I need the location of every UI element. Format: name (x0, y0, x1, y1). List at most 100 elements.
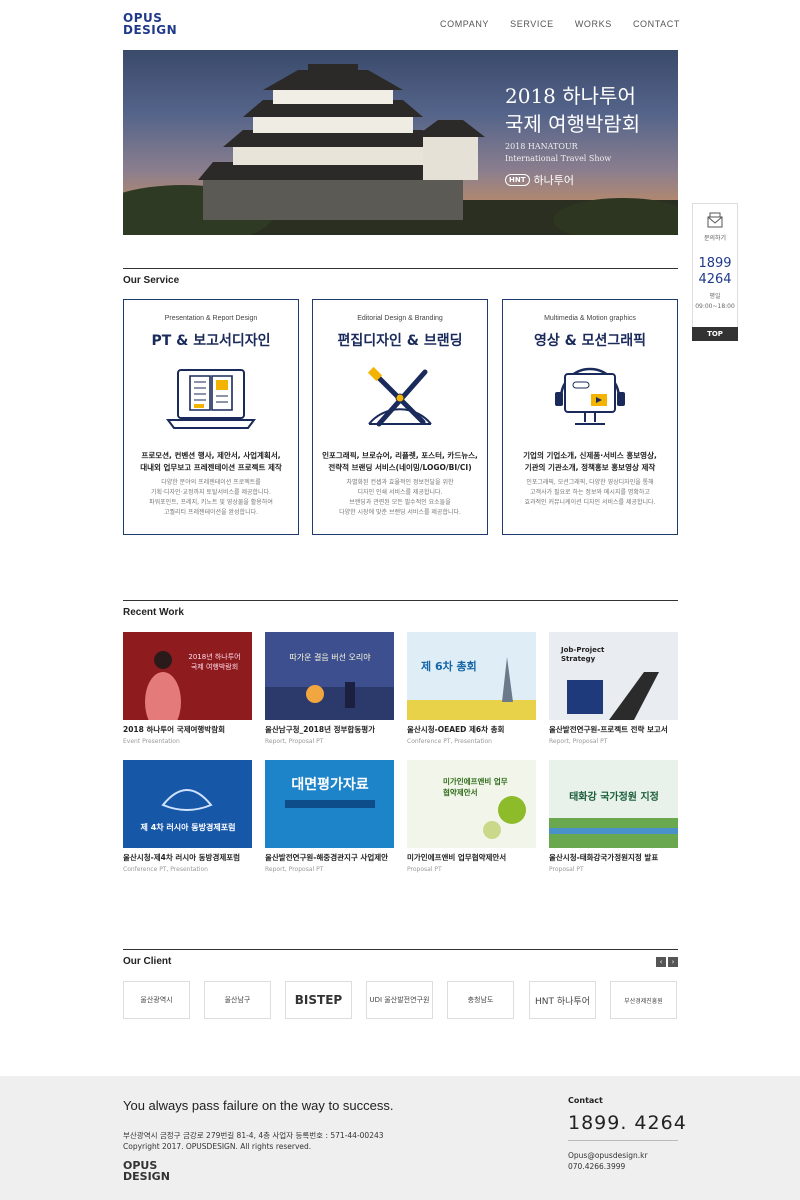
service-divider (123, 268, 678, 269)
recent-heading: Recent Work (123, 607, 184, 618)
quick-hours: 평일 09:00~18:00 (693, 292, 737, 312)
quick-phone-2: 4264 (698, 272, 732, 287)
work-item[interactable]: 미가인에프앤비 업무협약제안서 미가인에프앤비 업무협약제안서 Proposal… (407, 760, 536, 873)
monitor-headset-icon (555, 367, 625, 425)
work-item[interactable]: 제 4차 러시아 동방경제포럼 울산시청-제4차 러시아 동방경제포럼 Conf… (123, 760, 252, 873)
client-logo[interactable]: 울산광역시 (123, 981, 190, 1019)
mail-icon[interactable] (693, 212, 737, 232)
card-subtitle: Editorial Design & Branding (357, 315, 443, 322)
quick-contact-panel: 문의하기 1899 4264 평일 09:00~18:00 TOP (692, 203, 738, 341)
work-caption: 울산남구청_2018년 정부합동평가 (265, 725, 376, 734)
work-thumbnail: 대면평가자료 (265, 760, 394, 848)
card-desc: 다양한 분야의 프레젠테이션 프로젝트를 기획·디자인·교정까지 토탈서비스를 … (124, 478, 298, 518)
contact-divider (568, 1140, 678, 1141)
thumb-text: 태화강 국가정원 지정 (569, 792, 659, 803)
client-carousel-controls: ‹ › (656, 957, 678, 967)
work-item[interactable]: 대면평가자료 울산발전연구원-해중경관지구 사업제안 Report, Propo… (265, 760, 394, 873)
desc-bold-line: 프로모션, 컨벤션 행사, 제안서, 사업계획서, (141, 451, 281, 460)
hero-title-1: 2018 하나투어 (505, 84, 636, 108)
nav-works[interactable]: WORKS (575, 19, 612, 29)
nav-service[interactable]: SERVICE (510, 19, 554, 29)
footer-logo-design: DESIGN (123, 1170, 170, 1183)
chevron-left-icon[interactable]: ‹ (656, 957, 666, 967)
work-item[interactable]: 태화강 국가정원 지정 울산시청-태화강국가정원지정 발표 Proposal P… (549, 760, 678, 873)
work-item[interactable]: 제 6차 총회 울산시청-OEAED 제6차 총회 Conference PT,… (407, 632, 536, 745)
nav-contact[interactable]: CONTACT (633, 19, 680, 29)
desc-bold-line: 대내외 업무보고 프레젠테이션 프로젝트 제작 (140, 463, 282, 472)
top-button[interactable]: TOP (692, 327, 738, 341)
thumb-text: 2018년 하나투어 국제 여행박람회 (188, 653, 241, 671)
ask-label[interactable]: 문의하기 (693, 233, 737, 242)
thumb-text: 제 4차 러시아 동방경제포럼 (140, 823, 236, 832)
desc-line: 다양한 분야의 프레젠테이션 프로젝트를 (161, 479, 261, 486)
work-thumbnail: 따가운 결음 버선 오리야 (265, 632, 394, 720)
footer: You always pass failure on the way to su… (0, 1076, 800, 1200)
work-caption: 울산시청-제4차 러시아 동방경제포럼 (123, 853, 241, 862)
card-desc-bold: 프로모션, 컨벤션 행사, 제안서, 사업계획서, 대내외 업무보고 프레젠테이… (124, 450, 298, 474)
hero-subtitle-2: International Travel Show (505, 154, 612, 163)
desc-line: 다양한 시장에 맞춘 브랜딩 서비스를 제공합니다. (339, 509, 461, 516)
card-title: 영상 & 모션그래픽 (533, 333, 647, 349)
card-title: PT & 보고서디자인 (151, 333, 271, 349)
hero-subtitle-1: 2018 HANATOUR (505, 142, 578, 151)
desc-line: 고퀄리티 프레젠테이션을 완성합니다. (163, 509, 259, 516)
work-category: Proposal PT (549, 866, 584, 873)
client-logo[interactable]: 충청남도 (447, 981, 514, 1019)
work-thumbnail: Job-Project Strategy (549, 632, 678, 720)
client-logo[interactable]: UDI 울산발전연구원 (366, 981, 433, 1019)
work-item[interactable]: 2018년 하나투어 국제 여행박람회 2018 하나투어 국제여행박람회 Ev… (123, 632, 252, 745)
desc-line: 효과적인 커뮤니케이션 디자인 서비스를 제공합니다. (524, 499, 656, 506)
client-divider (123, 949, 678, 950)
work-category: Report, Proposal PT (549, 738, 608, 745)
contact-label: Contact (568, 1096, 603, 1105)
work-category: Proposal PT (407, 866, 442, 873)
client-logo[interactable]: HNT 하나투어 (529, 981, 596, 1019)
service-card-editorial[interactable]: Editorial Design & Branding 편집디자인 & 브랜딩 … (312, 299, 488, 535)
desc-line: 브랜딩과 관련된 모든 필수적인 요소들을 (349, 499, 451, 506)
hnt-badge: HNT (505, 174, 530, 186)
work-caption: 울산시청-OEAED 제6차 총회 (407, 725, 505, 734)
client-heading: Our Client (123, 956, 172, 967)
logo-text-design: DESIGN (123, 23, 178, 37)
work-thumbnail: 2018년 하나투어 국제 여행박람회 (123, 632, 252, 720)
work-caption: 울산시청-태화강국가정원지정 발표 (549, 853, 659, 862)
logo[interactable]: OPUS DESIGN (123, 12, 177, 36)
work-category: Event Presentation (123, 738, 180, 745)
card-title: 편집디자인 & 브랜딩 (337, 333, 463, 349)
thumb-text: Job-Project Strategy (561, 646, 605, 663)
hero-title-2: 국제 여행박람회 (505, 112, 641, 136)
footer-email[interactable]: Opus@opusdesign.kr (568, 1150, 648, 1161)
footer-address: 부산광역시 금정구 금강로 279번길 81-4, 4층 사업자 등록번호 : … (123, 1130, 384, 1152)
service-card-pt[interactable]: Presentation & Report Design PT & 보고서디자인… (123, 299, 299, 535)
client-logo[interactable]: 울산남구 (204, 981, 271, 1019)
thumb-text: 미가인에프앤비 업무협약제안서 (443, 777, 508, 797)
client-logo[interactable]: BISTEP (285, 981, 352, 1019)
recent-divider (123, 600, 678, 601)
work-item[interactable]: Job-Project Strategy 울산발전연구원-프로젝트 전략 보고서… (549, 632, 678, 745)
hero-brand-name: 하나투어 (533, 174, 574, 187)
chevron-right-icon[interactable]: › (668, 957, 678, 967)
work-item[interactable]: 따가운 결음 버선 오리야 울산남구청_2018년 정부합동평가 Report,… (265, 632, 394, 745)
desc-bold-line: 기관의 기관소개, 정책홍보 홍보영상 제작 (524, 463, 656, 472)
desc-line: 디자인 인쇄 서비스를 제공합니다. (357, 489, 443, 496)
copyright-line: Copyright 2017. OPUSDESIGN. All rights r… (123, 1142, 312, 1151)
footer-logo: OPUS DESIGN (123, 1160, 170, 1182)
work-caption: 울산발전연구원-해중경관지구 사업제안 (265, 853, 389, 862)
castle-image (123, 64, 678, 235)
card-desc-bold: 인포그래픽, 브로슈어, 리플렛, 포스터, 카드뉴스, 전략적 브랜딩 서비스… (313, 450, 487, 474)
work-caption: 미가인에프앤비 업무협약제안서 (407, 853, 507, 862)
hero-banner[interactable]: 2018 하나투어 국제 여행박람회 2018 HANATOUR Interna… (123, 50, 678, 235)
footer-slogan: You always pass failure on the way to su… (123, 1098, 394, 1113)
card-desc: 차별화된 컨셉과 효율적인 정보전달을 위한 디자인 인쇄 서비스를 제공합니다… (313, 478, 487, 518)
nav-company[interactable]: COMPANY (440, 19, 489, 29)
footer-contact-info: Opus@opusdesign.kr 070.4266.3999 (568, 1150, 648, 1172)
work-thumbnail: 제 6차 총회 (407, 632, 536, 720)
card-subtitle: Multimedia & Motion graphics (544, 315, 636, 322)
work-caption: 울산발전연구원-프로젝트 전략 보고서 (549, 725, 668, 734)
service-card-video[interactable]: Multimedia & Motion graphics 영상 & 모션그래픽 … (502, 299, 678, 535)
hours-label: 평일 (709, 293, 721, 300)
address-line: 부산광역시 금정구 금강로 279번길 81-4, 4층 사업자 등록번호 : … (123, 1131, 384, 1140)
design-tools-icon (367, 366, 432, 427)
laptop-document-icon (166, 369, 256, 429)
client-logo[interactable]: 부산경제진흥원 (610, 981, 677, 1019)
